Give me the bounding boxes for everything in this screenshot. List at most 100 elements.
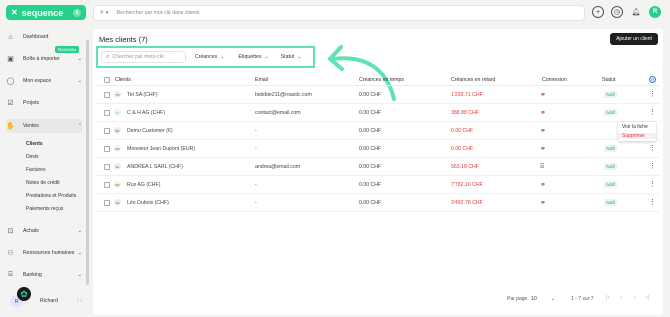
client-name[interactable]: Léo Dubois (CHF) <box>127 200 169 206</box>
more-actions-icon[interactable]: ⋮ <box>649 180 656 188</box>
people-icon: ⚇ <box>7 250 14 257</box>
row-checkbox[interactable] <box>104 110 110 116</box>
last-page-icon[interactable]: ›| <box>646 295 650 301</box>
table-row[interactable]: TS Tet SA (CHF) bidebie211@roastic.com 0… <box>96 86 660 104</box>
table-row[interactable]: RA Rus AG (CHF) - 0.00 CHF 7'782.16 CHF … <box>96 176 660 194</box>
select-all-checkbox[interactable] <box>104 77 110 83</box>
table-row[interactable]: LD Léo Dubois (CHF) - 0.00 CHF 3'492.78 … <box>96 194 660 212</box>
client-email: bidebie211@roastic.com <box>255 92 312 98</box>
table-row[interactable]: AL ANDREA L SARL (CHF) andrea@email.com … <box>96 158 660 176</box>
more-actions-icon[interactable]: ⋮ <box>649 198 656 206</box>
row-checkbox[interactable] <box>104 182 110 188</box>
page-title: Mes clients (7) <box>99 35 148 44</box>
column-settings-icon[interactable]: ⚙ <box>649 76 656 83</box>
creances-en-retard: 0.00 CHF <box>451 128 474 134</box>
collapse-icon[interactable]: ‹ › <box>77 298 82 304</box>
sidebar-item-ressources-humaines[interactable]: ⚇ Ressources humaines ⌄ <box>6 246 82 260</box>
plus-icon[interactable]: + <box>592 6 604 18</box>
chevron-down-icon[interactable]: ▾ <box>106 10 109 16</box>
bell-icon[interactable]: 🔔︎ <box>630 6 642 18</box>
client-name[interactable]: ANDREA L SARL (CHF) <box>127 164 183 170</box>
filter-creances[interactable]: Créances ⌄ <box>195 54 224 60</box>
client-email: - <box>255 200 257 206</box>
main-panel: Mes clients (7) Ajouter un client ⌕ Cher… <box>93 29 663 315</box>
brand-badge: 8 <box>73 8 81 17</box>
sidebar-scrollbar[interactable] <box>86 40 89 285</box>
sidebar-subitem-paiements[interactable]: Paiements reçus <box>26 206 63 212</box>
column-header-email[interactable]: Email <box>255 77 268 83</box>
sidebar-subitem-factures[interactable]: Factures <box>26 167 45 173</box>
row-checkbox[interactable] <box>104 146 110 152</box>
more-actions-icon[interactable]: ⋮ <box>649 162 656 170</box>
creances-en-temps: 0.00 CHF <box>359 200 382 206</box>
table-row[interactable]: MJ Monsieur Jean Dupont (EUR) - 0.00 CHF… <box>96 140 660 158</box>
clock-icon[interactable]: ◷ <box>611 6 623 18</box>
help-chat-icon[interactable]: ✿ <box>17 287 31 301</box>
brand-name: sequence <box>21 7 64 18</box>
bag-icon: ⊡ <box>7 228 14 235</box>
row-checkbox[interactable] <box>104 164 110 170</box>
sidebar-item-boite-a-importer[interactable]: ▣ Boîte à importer ⌄ <box>6 52 82 66</box>
client-email: - <box>255 146 257 152</box>
client-name[interactable]: C & H AG (CHF) <box>127 110 165 116</box>
per-page-label: Par page <box>507 296 528 302</box>
sidebar-subitem-devis[interactable]: Devis <box>26 154 39 160</box>
creances-en-temps: 0.00 CHF <box>359 182 382 188</box>
user-name: Richard <box>40 297 58 304</box>
user-menu[interactable]: R ✿ Richard ‹ › <box>10 287 82 308</box>
row-checkbox[interactable] <box>104 200 110 206</box>
top-bar: ✕ sequence 8 ⌕ ▾ Rechercher par mot-clé … <box>0 0 670 26</box>
client-name[interactable]: Tet SA (CHF) <box>127 92 158 98</box>
client-name[interactable]: Monsieur Jean Dupont (EUR) <box>127 146 195 152</box>
sidebar-item-mon-espace[interactable]: ◯ Mon espace ⌄ <box>6 74 82 88</box>
column-header-statut[interactable]: Statut <box>602 77 616 83</box>
more-actions-icon[interactable]: ⋮ <box>649 108 656 116</box>
client-name[interactable]: Rus AG (CHF) <box>127 182 160 188</box>
client-name[interactable]: Demo Customer (€) <box>127 128 173 134</box>
column-header-clients[interactable]: Clients <box>115 77 131 83</box>
table-row[interactable]: C C & H AG (CHF) contact@email.com 0.00 … <box>96 104 660 122</box>
more-actions-icon[interactable]: ⋮ <box>649 90 656 98</box>
table-header: Clients Email Créances en temps Créances… <box>96 74 660 86</box>
chevron-down-icon: ⌄ <box>77 228 82 234</box>
avatar[interactable]: R <box>649 6 661 18</box>
sidebar-item-dashboard[interactable]: ⌂ Dashboard <box>6 30 82 44</box>
first-page-icon[interactable]: |‹ <box>606 295 610 301</box>
filter-etiquettes[interactable]: Étiquettes ⌄ <box>238 54 268 60</box>
prev-page-icon[interactable]: ‹ <box>620 295 622 301</box>
menu-item-voir-la-fiche[interactable]: Voir la fiche <box>622 124 648 130</box>
creances-en-retard: 3'492.78 CHF <box>451 200 483 206</box>
column-header-creances-en-temps[interactable]: Créances en temps <box>359 77 404 83</box>
column-header-creances-en-retard[interactable]: Créances en retard <box>451 77 495 83</box>
sidebar-subitem-clients[interactable]: Clients <box>26 141 43 147</box>
row-checkbox[interactable] <box>104 128 110 134</box>
sidebar-item-ventes[interactable]: ✋ Ventes ⌃ <box>6 119 82 133</box>
filter-statut[interactable]: Statut ⌄ <box>281 54 302 60</box>
next-page-icon[interactable]: › <box>634 295 636 301</box>
sidebar-subitem-notes-de-credit[interactable]: Notes de crédit <box>26 180 60 186</box>
search-icon: ⌕ <box>106 53 110 60</box>
sidebar-item-label: Mon espace <box>23 78 52 84</box>
per-page-select[interactable]: 10 ⌄ <box>531 294 555 303</box>
sidebar-subitem-prestations[interactable]: Prestations et Produits <box>26 193 76 199</box>
sidebar-item-projets[interactable]: ☑ Projets <box>6 96 82 110</box>
more-actions-icon[interactable]: ⋮ <box>649 144 656 152</box>
row-checkbox[interactable] <box>104 92 110 98</box>
sidebar-item-banking[interactable]: ⌸ Banking ⌄ <box>6 268 82 282</box>
add-client-button[interactable]: Ajouter un client <box>610 33 658 45</box>
pagination-range: 1 - 7 sur 7 <box>571 296 594 302</box>
client-search-input[interactable]: ⌕ Chercher par mots-clé <box>101 51 186 63</box>
global-search-input[interactable]: ⌕ ▾ Rechercher par mot-clé dans clients <box>93 5 585 21</box>
chevron-down-icon: ⌄ <box>264 54 269 60</box>
sidebar-item-achats[interactable]: ⊡ Achats ⌄ <box>6 224 82 238</box>
client-email: contact@email.com <box>255 110 301 116</box>
brand-logo[interactable]: ✕ sequence 8 <box>6 5 86 20</box>
broken-link-icon: ⚭ <box>540 146 546 153</box>
client-email: - <box>255 182 257 188</box>
column-header-connexion[interactable]: Connexion <box>542 77 567 83</box>
menu-item-supprimer[interactable]: Supprimer <box>618 133 656 139</box>
sidebar-item-label: Dashboard <box>23 34 49 40</box>
client-avatar: RA <box>114 181 121 188</box>
sidebar-item-label: Projets <box>23 100 40 106</box>
table-row[interactable]: DC Demo Customer (€) - 0.00 CHF 0.00 CHF… <box>96 122 660 140</box>
